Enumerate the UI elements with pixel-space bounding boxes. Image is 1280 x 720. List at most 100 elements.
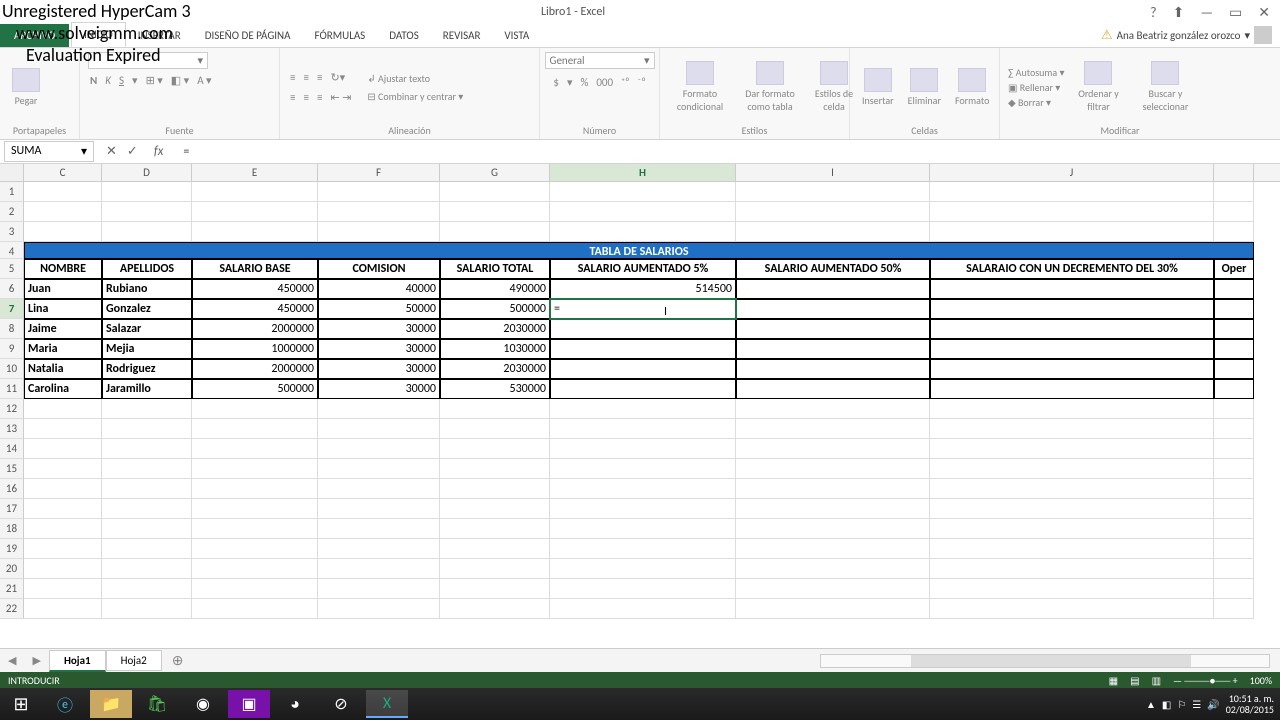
tray-network-icon[interactable]: ☰ <box>1192 698 1201 711</box>
merge-center-button[interactable]: ⊟ Combinar y centrar ▾ <box>367 90 463 103</box>
format-cells-button[interactable]: Formato <box>951 66 993 109</box>
taskbar-explorer[interactable]: 📁 <box>90 690 132 718</box>
tab-diseno[interactable]: DISEÑO DE PÁGINA <box>193 24 303 47</box>
delete-cells-button[interactable]: Eliminar <box>904 66 945 109</box>
fill-button[interactable]: ▣ Rellenar ▾ <box>1008 81 1064 94</box>
sheet-nav-prev[interactable]: ◀ <box>0 654 24 667</box>
taskbar-app2[interactable]: ▣ <box>228 690 270 718</box>
row-header[interactable]: 1 <box>0 182 24 202</box>
row-header[interactable]: 11 <box>0 379 24 399</box>
tray-av-icon[interactable]: ◧ <box>1162 698 1171 711</box>
view-layout[interactable]: ▤ <box>1130 674 1139 687</box>
format-table-button[interactable]: Dar formato como tabla <box>738 59 802 115</box>
view-normal[interactable]: ▦ <box>1109 674 1118 687</box>
taskbar-app1[interactable]: ◉ <box>182 690 224 718</box>
row-header[interactable]: 2 <box>0 202 24 222</box>
clear-button[interactable]: ◆ Borrar ▾ <box>1008 96 1064 109</box>
row-header[interactable]: 15 <box>0 459 24 479</box>
row-header[interactable]: 20 <box>0 559 24 579</box>
align-right[interactable]: ≡ <box>315 90 324 105</box>
tab-archivo[interactable]: ARCHIVO <box>0 24 69 47</box>
currency-button[interactable]: $ <box>551 75 561 90</box>
col-header[interactable]: J <box>930 164 1214 181</box>
start-button[interactable]: ⊞ <box>2 690 40 718</box>
align-middle[interactable]: ≡ <box>301 70 310 85</box>
col-header[interactable]: D <box>102 164 192 181</box>
row-header[interactable]: 10 <box>0 359 24 379</box>
sheet-nav-next[interactable]: ▶ <box>24 654 48 667</box>
row-header[interactable]: 19 <box>0 539 24 559</box>
tab-insertar[interactable]: INSERTAR <box>126 24 193 47</box>
row-header[interactable]: 9 <box>0 339 24 359</box>
tab-datos[interactable]: DATOS <box>377 24 431 47</box>
conditional-format-button[interactable]: Formato condicional <box>668 59 732 115</box>
tab-vista[interactable]: VISTA <box>492 24 541 47</box>
row-header[interactable]: 17 <box>0 499 24 519</box>
row-header[interactable]: 14 <box>0 439 24 459</box>
italic-button[interactable]: K <box>103 73 113 88</box>
number-format[interactable]: General▾ <box>545 52 655 69</box>
bold-button[interactable]: N <box>88 73 99 88</box>
zoom-slider[interactable]: — ─────●─── + <box>1173 674 1238 687</box>
help-button[interactable]: ? <box>1146 4 1161 21</box>
percent-button[interactable]: % <box>578 75 590 90</box>
taskbar-hp[interactable]: ⊘ <box>320 690 362 718</box>
align-bottom[interactable]: ≡ <box>315 70 324 85</box>
font-color-button[interactable]: A ▾ <box>195 73 213 88</box>
tab-formulas[interactable]: FÓRMULAS <box>303 24 378 47</box>
tray-action-icon[interactable]: ⚐ <box>1177 698 1186 711</box>
sheet-tab-hoja1[interactable]: Hoja1 <box>49 650 106 672</box>
col-header[interactable]: F <box>318 164 440 181</box>
zoom-level[interactable]: 100% <box>1250 674 1272 687</box>
thousands-button[interactable]: 000 <box>594 75 615 90</box>
horizontal-scrollbar[interactable] <box>820 654 1270 668</box>
col-header[interactable] <box>1214 164 1254 181</box>
view-pagebreak[interactable]: ▥ <box>1152 674 1161 687</box>
row-header[interactable]: 3 <box>0 222 24 242</box>
decrease-decimal[interactable]: ⁻⁰ <box>635 75 647 90</box>
wrap-text-button[interactable]: ↲ Ajustar texto <box>367 72 463 85</box>
tray-volume-icon[interactable]: 🔊 <box>1207 698 1219 711</box>
taskbar-excel[interactable]: X <box>366 690 408 718</box>
align-top[interactable]: ≡ <box>288 70 297 85</box>
cell[interactable] <box>550 339 736 359</box>
ribbon-collapse-button[interactable]: ⬆ <box>1169 4 1189 21</box>
sort-filter-button[interactable]: Ordenar y filtrar <box>1070 59 1126 115</box>
cell[interactable]: 514500 <box>550 279 736 299</box>
accept-formula[interactable]: ✓ <box>127 144 138 159</box>
col-header[interactable]: E <box>192 164 318 181</box>
row-header[interactable]: 22 <box>0 599 24 619</box>
sheet-tab-hoja2[interactable]: Hoja2 <box>106 650 162 671</box>
fx-button[interactable]: fx <box>148 144 170 159</box>
increase-decimal[interactable]: ⁺⁰ <box>619 75 631 90</box>
taskbar-ie[interactable]: ⓔ <box>44 690 86 718</box>
col-header[interactable]: C <box>24 164 102 181</box>
restore-button[interactable]: ▭ <box>1225 4 1246 21</box>
spreadsheet-grid[interactable]: C D E F G H I J 1 2 3 4TABLA DE SALARIOS… <box>0 164 1280 619</box>
select-all-corner[interactable] <box>0 164 24 181</box>
cell[interactable] <box>550 319 736 339</box>
row-header[interactable]: 4 <box>0 242 24 259</box>
row-header[interactable]: 8 <box>0 319 24 339</box>
cancel-formula[interactable]: ✕ <box>106 144 117 159</box>
paste-button[interactable]: Pegar <box>8 66 44 109</box>
col-header[interactable]: G <box>440 164 550 181</box>
align-center[interactable]: ≡ <box>301 90 310 105</box>
formula-input[interactable]: = <box>177 143 1280 161</box>
row-header[interactable]: 5 <box>0 259 24 279</box>
row-header[interactable]: 16 <box>0 479 24 499</box>
fill-color-button[interactable]: ◧ ▾ <box>169 73 191 88</box>
autosum-button[interactable]: ∑ Autosuma ▾ <box>1008 66 1064 79</box>
tab-inicio[interactable]: INICIO <box>71 22 126 47</box>
account-user[interactable]: ⚠ Ana Beatriz gonzález orozco ▾ <box>1093 23 1280 47</box>
taskbar-store[interactable]: 🛍 <box>136 690 178 718</box>
borders-button[interactable]: ⊞ ▾ <box>144 73 165 88</box>
taskbar-chrome[interactable]: ◕ <box>274 690 316 718</box>
tab-revisar[interactable]: REVISAR <box>431 24 493 47</box>
row-header[interactable]: 6 <box>0 279 24 299</box>
row-header[interactable]: 13 <box>0 419 24 439</box>
font-family[interactable]: ▾ <box>88 52 208 69</box>
col-header[interactable]: H <box>550 164 736 181</box>
row-header[interactable]: 21 <box>0 579 24 599</box>
cell[interactable] <box>550 359 736 379</box>
